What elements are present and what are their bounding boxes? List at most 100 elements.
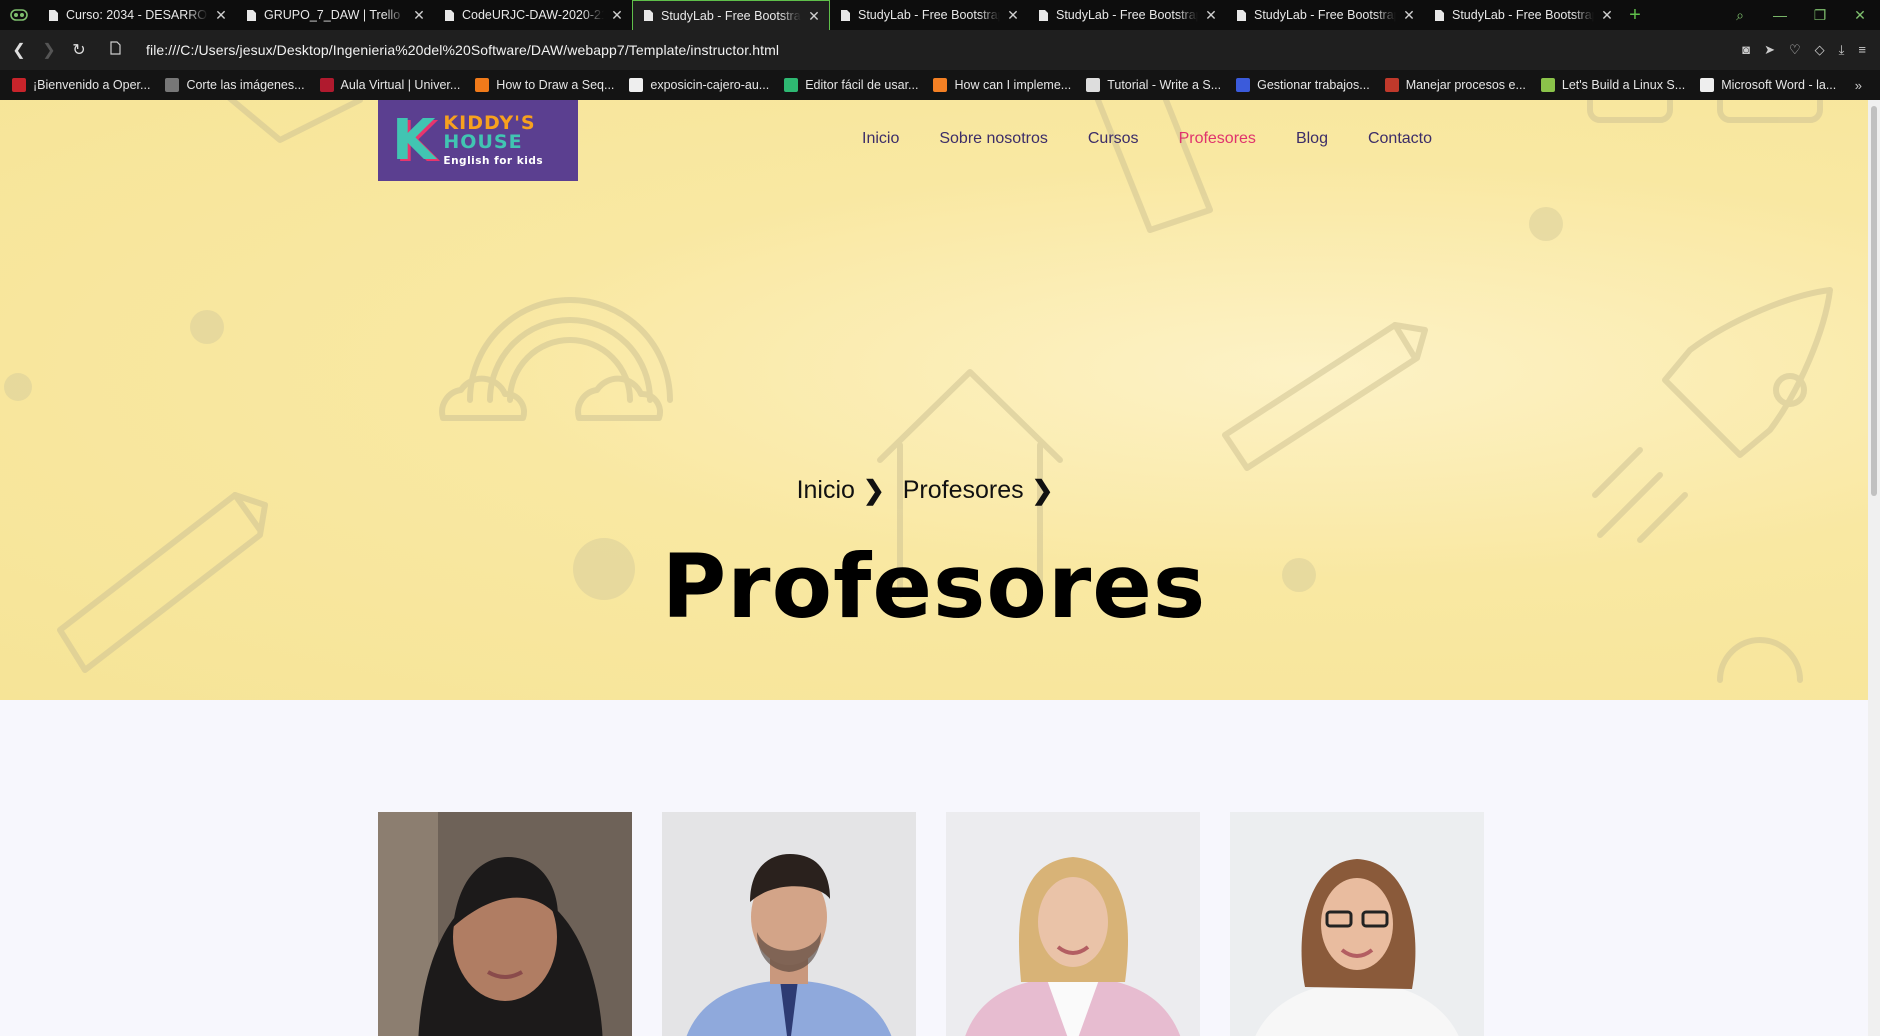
tab-favicon-icon	[244, 8, 258, 22]
bookmark-label: Manejar procesos e...	[1405, 78, 1526, 92]
tab-title: StudyLab - Free Bootstrap	[858, 8, 1000, 22]
browser-tab[interactable]: GRUPO_7_DAW | Trello ✕	[236, 0, 434, 30]
instructor-card-photo-3[interactable]	[946, 812, 1200, 1036]
download-icon[interactable]: ⤓	[1839, 42, 1845, 58]
logo-line-2: HOUSE	[443, 131, 523, 153]
browser-tab-bar: Curso: 2034 - DESARROLLO✕GRUPO_7_DAW | T…	[0, 0, 1880, 30]
minimize-button[interactable]: —	[1760, 7, 1800, 23]
url-input[interactable]: file:///C:/Users/jesux/Desktop/Ingenieri…	[146, 42, 779, 58]
tab-close-icon[interactable]: ✕	[1402, 8, 1416, 22]
nav-profesores[interactable]: Profesores	[1179, 130, 1256, 148]
bookmark-favicon-icon	[475, 78, 490, 92]
browser-tab[interactable]: Curso: 2034 - DESARROLLO ✕	[38, 0, 236, 30]
breadcrumb-current: Profesores	[902, 476, 1024, 504]
logo-tagline: English for kids	[443, 155, 544, 167]
browser-tab[interactable]: StudyLab - Free Bootstrap ✕	[1028, 0, 1226, 30]
bookmarks-more-icon[interactable]: »	[1855, 78, 1862, 93]
tab-title: GRUPO_7_DAW | Trello	[264, 8, 401, 22]
bookmark-favicon-icon	[1384, 78, 1399, 92]
browser-tab[interactable]: StudyLab - Free Bootstrap ✕	[1226, 0, 1424, 30]
bookmark-item[interactable]: Aula Virtual | Univer...	[319, 78, 460, 92]
bookmark-favicon-icon	[784, 78, 799, 92]
tab-close-icon[interactable]: ✕	[412, 8, 426, 22]
restore-button[interactable]: ❐	[1800, 7, 1840, 24]
bookmark-item[interactable]: exposicin-cajero-au...	[629, 78, 769, 92]
tab-favicon-icon	[46, 8, 60, 22]
browser-tab[interactable]: StudyLab - Free Bootstrap ✕	[1424, 0, 1622, 30]
tab-title: StudyLab - Free Bootstrap	[661, 8, 801, 23]
bookmark-label: How can I impleme...	[954, 78, 1072, 92]
bookmark-item[interactable]: Let's Build a Linux S...	[1540, 78, 1685, 92]
menu-icon[interactable]: ≡	[1858, 42, 1866, 58]
tab-favicon-icon	[641, 9, 655, 23]
main-nav: Inicio Sobre nosotros Cursos Profesores …	[862, 130, 1472, 148]
bookmark-label: Editor fácil de usar...	[805, 78, 919, 92]
tab-close-icon[interactable]: ✕	[610, 8, 624, 22]
page-info-icon[interactable]	[100, 40, 130, 60]
bookmark-label: exposicin-cajero-au...	[650, 78, 770, 92]
tab-close-icon[interactable]: ✕	[214, 8, 228, 22]
tab-close-icon[interactable]: ✕	[807, 9, 821, 23]
bookmark-label: ¡Bienvenido a Oper...	[33, 78, 151, 92]
tab-title: CodeURJC-DAW-2020-21/	[462, 8, 604, 22]
cube-icon[interactable]: ◇	[1815, 42, 1825, 58]
tab-title: StudyLab - Free Bootstrap	[1452, 8, 1594, 22]
nav-sobre-nosotros[interactable]: Sobre nosotros	[939, 130, 1048, 148]
tab-close-icon[interactable]: ✕	[1600, 8, 1614, 22]
browser-tab[interactable]: StudyLab - Free Bootstrap ✕	[830, 0, 1028, 30]
bookmark-favicon-icon	[1540, 78, 1555, 92]
bookmarks-bar: ¡Bienvenido a Oper... Corte las imágenes.…	[0, 70, 1880, 100]
bookmark-label: Microsoft Word - la...	[1721, 78, 1837, 92]
instructor-card-photo-4[interactable]	[1230, 812, 1484, 1036]
bookmark-favicon-icon	[12, 78, 26, 92]
bookmark-item[interactable]: Manejar procesos e...	[1384, 78, 1526, 92]
bookmark-item[interactable]: Tutorial - Write a S...	[1086, 78, 1221, 92]
tab-close-icon[interactable]: ✕	[1204, 8, 1218, 22]
tab-favicon-icon	[1234, 8, 1248, 22]
tab-close-icon[interactable]: ✕	[1006, 8, 1020, 22]
tab-title: StudyLab - Free Bootstrap	[1254, 8, 1396, 22]
bookmark-item[interactable]: How can I impleme...	[933, 78, 1071, 92]
bookmark-favicon-icon	[1086, 78, 1101, 92]
bookmark-favicon-icon	[1700, 78, 1715, 92]
bookmark-item[interactable]: Corte las imágenes...	[165, 78, 305, 92]
reload-button[interactable]: ↻	[64, 40, 94, 60]
back-button[interactable]: ❮	[4, 40, 34, 60]
page-scrollbar[interactable]	[1868, 100, 1880, 1036]
browser-menu-icon[interactable]	[0, 0, 38, 30]
chevron-right-icon: ❯	[1031, 475, 1054, 505]
bookmark-item[interactable]: Gestionar trabajos...	[1236, 78, 1370, 92]
browser-tab[interactable]: CodeURJC-DAW-2020-21/ ✕	[434, 0, 632, 30]
bookmark-item[interactable]: ¡Bienvenido a Oper...	[12, 78, 150, 92]
bookmark-label: Corte las imágenes...	[186, 78, 305, 92]
nav-contacto[interactable]: Contacto	[1368, 130, 1432, 148]
instructor-card-photo-1[interactable]	[378, 812, 632, 1036]
close-window-button[interactable]: ✕	[1840, 7, 1880, 24]
nav-cursos[interactable]: Cursos	[1088, 130, 1139, 148]
search-tabs-icon[interactable]: ⌕	[1720, 7, 1760, 24]
bookmark-favicon-icon	[629, 78, 644, 92]
nav-inicio[interactable]: Inicio	[862, 130, 899, 148]
tab-favicon-icon	[1432, 8, 1446, 22]
bookmark-item[interactable]: How to Draw a Seq...	[475, 78, 614, 92]
bookmark-label: Gestionar trabajos...	[1257, 78, 1370, 92]
tab-favicon-icon	[1036, 8, 1050, 22]
breadcrumb-home-link[interactable]: Inicio	[797, 476, 855, 505]
heart-icon[interactable]: ♡	[1789, 42, 1801, 58]
page-title: Profesores	[661, 535, 1207, 638]
address-bar: ❮ ❯ ↻ file:///C:/Users/jesux/Desktop/Ing…	[0, 30, 1880, 70]
site-logo[interactable]: K KIDDY'S HOUSE English for kids	[378, 100, 578, 181]
nav-blog[interactable]: Blog	[1296, 130, 1328, 148]
scrollbar-thumb[interactable]	[1871, 106, 1877, 496]
forward-button[interactable]: ❯	[34, 40, 64, 60]
instructor-cards	[378, 812, 1484, 1036]
instructor-card-photo-2[interactable]	[662, 812, 916, 1036]
bookmark-item[interactable]: Editor fácil de usar...	[784, 78, 918, 92]
snapshot-icon[interactable]: ◙	[1742, 42, 1750, 58]
send-icon[interactable]: ➤	[1764, 42, 1775, 58]
bookmark-favicon-icon	[319, 78, 334, 92]
bookmark-item[interactable]: Microsoft Word - la...	[1700, 78, 1836, 92]
new-tab-button[interactable]: +	[1622, 4, 1648, 27]
tab-title: Curso: 2034 - DESARROLLO	[66, 8, 208, 22]
browser-tab[interactable]: StudyLab - Free Bootstrap ✕	[632, 0, 830, 30]
